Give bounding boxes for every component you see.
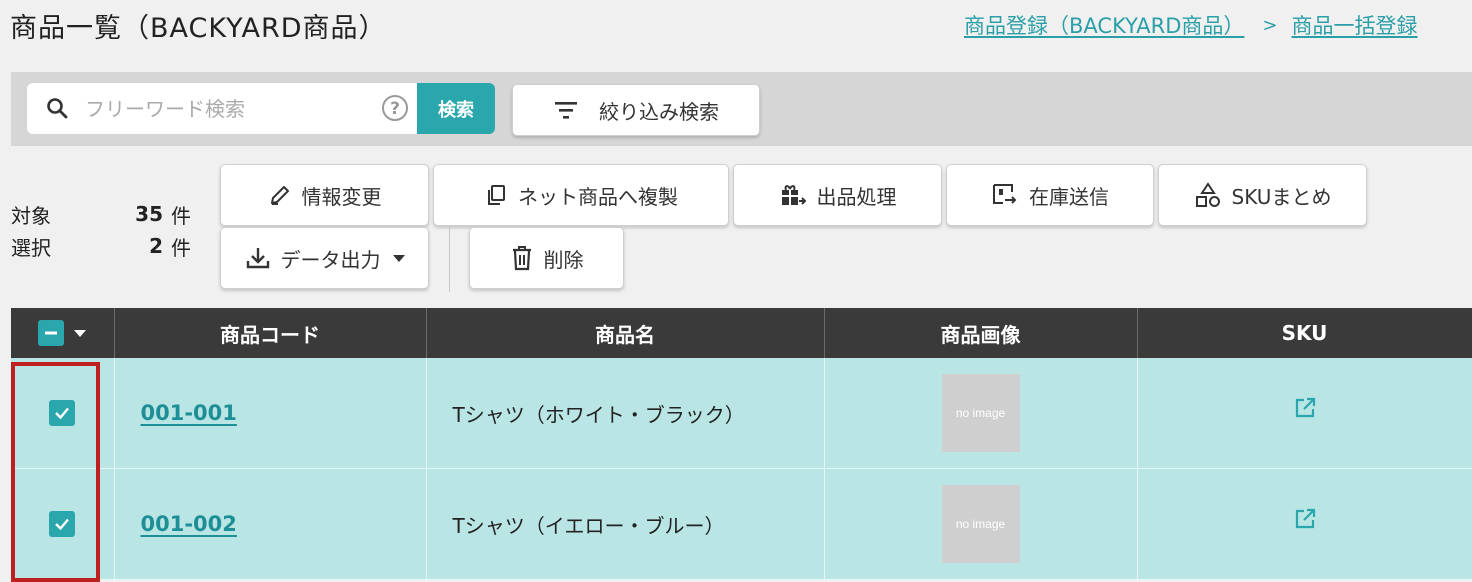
selected-count-label: 選択 — [11, 235, 51, 260]
search-input[interactable] — [83, 91, 377, 127]
copy-to-net-button[interactable]: ネット商品へ複製 — [433, 164, 729, 226]
search-box: ? — [27, 83, 417, 134]
copy-icon — [488, 185, 505, 205]
stock-send-icon — [993, 184, 1017, 204]
trash-icon — [512, 246, 531, 271]
column-header-image: 商品画像 — [824, 308, 1138, 358]
breadcrumb-link-register[interactable]: 商品登録（BACKYARD商品） — [964, 10, 1244, 40]
table-row: 001-001 Tシャツ（ホワイト・ブラック） no image — [11, 358, 1472, 469]
product-image-placeholder: no image — [941, 374, 1020, 452]
row-checkbox[interactable] — [49, 399, 76, 426]
select-all-checkbox[interactable] — [38, 320, 65, 346]
selected-count-value: 2 — [149, 234, 163, 258]
row-select-cell — [11, 358, 115, 469]
row-select-cell — [11, 468, 115, 580]
search-button[interactable]: 検索 — [417, 83, 495, 134]
pencil-icon — [270, 186, 289, 205]
product-table: 商品コード 商品名 商品画像 SKU 001-001 Tシャツ（ホワイト・ブラッ… — [11, 308, 1472, 580]
download-icon — [246, 248, 269, 269]
delete-label: 削除 — [543, 247, 584, 272]
help-icon[interactable]: ? — [381, 94, 409, 122]
table-row: 001-002 Tシャツ（イエロー・ブルー） no image — [11, 468, 1472, 580]
filter-search-label: 絞り込み検索 — [599, 99, 719, 124]
table-header-row: 商品コード 商品名 商品画像 SKU — [11, 308, 1472, 358]
data-export-button[interactable]: データ出力 — [220, 227, 429, 289]
row-checkbox[interactable] — [49, 510, 76, 537]
external-link-icon[interactable] — [1293, 396, 1317, 420]
product-name: Tシャツ（イエロー・ブルー） — [426, 468, 825, 580]
data-export-label: データ出力 — [280, 247, 381, 272]
external-link-icon[interactable] — [1293, 507, 1317, 531]
target-count-value: 35 — [135, 202, 163, 226]
product-code-link[interactable]: 001-002 — [115, 512, 237, 536]
edit-info-button[interactable]: 情報変更 — [220, 164, 429, 226]
column-header-name[interactable]: 商品名 — [426, 308, 825, 358]
listing-button[interactable]: 出品処理 — [733, 164, 942, 226]
product-image-placeholder: no image — [941, 485, 1020, 563]
delete-button[interactable]: 削除 — [469, 227, 624, 289]
column-header-code[interactable]: 商品コード — [114, 308, 427, 358]
product-code-link[interactable]: 001-001 — [115, 401, 237, 425]
breadcrumb: 商品登録（BACKYARD商品） > 商品一括登録 — [964, 10, 1418, 40]
sku-group-button[interactable]: SKUまとめ — [1158, 164, 1367, 226]
search-icon — [47, 98, 68, 119]
shapes-icon — [1195, 182, 1220, 207]
copy-to-net-label: ネット商品へ複製 — [518, 184, 678, 209]
minus-icon — [45, 331, 58, 335]
target-count-label: 対象 — [11, 203, 51, 228]
page-title: 商品一覧（BACKYARD商品） — [10, 13, 387, 44]
gift-send-icon — [781, 185, 806, 205]
select-all-header — [11, 308, 115, 358]
listing-label: 出品処理 — [816, 184, 897, 209]
svg-text:?: ? — [390, 99, 400, 119]
send-stock-label: 在庫送信 — [1029, 184, 1109, 209]
chevron-down-icon — [392, 254, 405, 262]
check-icon — [55, 407, 70, 419]
count-summary: 対象 35 件 選択 2 件 — [11, 198, 191, 262]
filter-icon — [555, 102, 577, 119]
breadcrumb-separator: > — [1262, 14, 1278, 36]
filter-search-button[interactable]: 絞り込み検索 — [512, 84, 760, 136]
select-menu-caret-icon[interactable] — [74, 329, 87, 337]
breadcrumb-link-bulk-register[interactable]: 商品一括登録 — [1292, 10, 1418, 40]
edit-info-label: 情報変更 — [301, 184, 382, 209]
action-divider — [449, 226, 450, 292]
send-stock-button[interactable]: 在庫送信 — [946, 164, 1154, 226]
target-count-unit: 件 — [171, 203, 191, 228]
sku-group-label: SKUまとめ — [1231, 184, 1332, 209]
column-header-sku: SKU — [1137, 308, 1472, 358]
product-name: Tシャツ（ホワイト・ブラック） — [426, 358, 825, 469]
check-icon — [55, 518, 70, 530]
selected-count-unit: 件 — [171, 235, 191, 260]
